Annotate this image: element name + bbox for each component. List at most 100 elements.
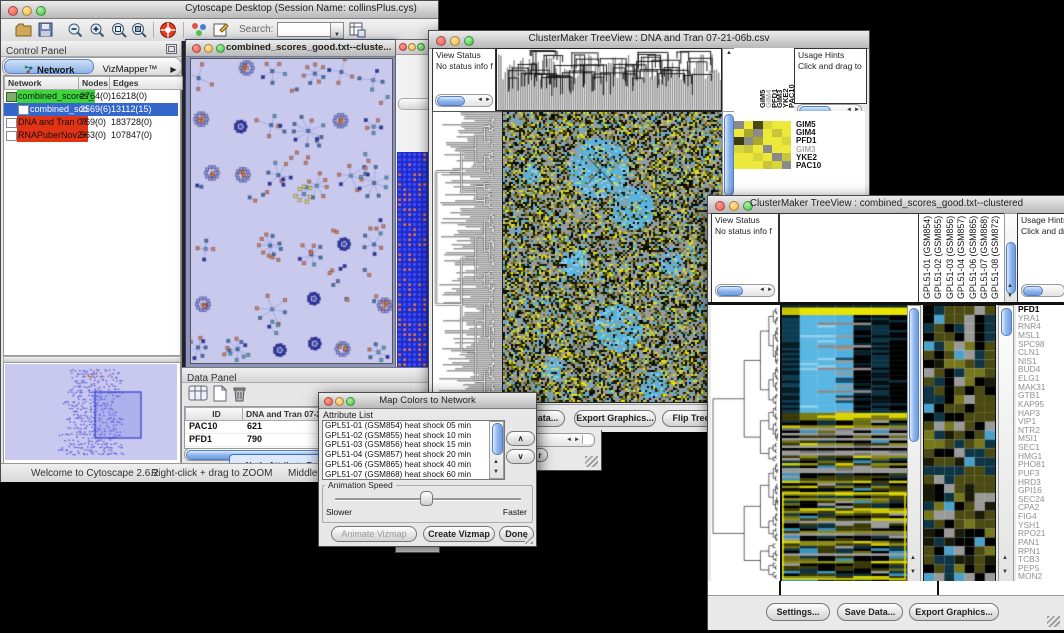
up-arrow-icon[interactable]: ▲	[910, 554, 916, 563]
search-dropdown-button[interactable]: ▼	[330, 22, 344, 39]
tab-overflow-button[interactable]: ▶	[167, 59, 180, 72]
close-icon[interactable]	[8, 6, 18, 16]
save-icon[interactable]	[38, 22, 54, 37]
minimize-icon[interactable]	[22, 6, 32, 16]
matrix-cell	[744, 137, 754, 145]
tv2-usage-scrollbar[interactable]	[1021, 284, 1064, 297]
up-arrow-icon[interactable]: ▲	[1007, 282, 1013, 291]
speed-slider-thumb[interactable]	[420, 491, 433, 506]
settings-button[interactable]: Settings...	[766, 603, 830, 621]
status-pan-hint: Middle-	[288, 468, 321, 479]
tv2-view-status-panel: View Status No status info f ◄ ►	[711, 213, 779, 304]
resize-grip[interactable]	[585, 456, 598, 467]
treeview2-titlebar[interactable]: ClusterMaker TreeView : combined_scores_…	[708, 196, 1064, 214]
gene-label[interactable]: MON2	[1018, 572, 1064, 581]
zoom-out-icon[interactable]	[67, 22, 84, 38]
resize-grip[interactable]	[1047, 616, 1060, 627]
attribute-browser-icon[interactable]	[349, 21, 366, 38]
column-header-edges[interactable]: Edges	[109, 76, 183, 90]
attribute-list-item[interactable]: GPL51-02 (GSM855) heat shock 10 min	[323, 431, 489, 441]
main-titlebar[interactable]: Cytoscape Desktop (Session Name: collins…	[1, 1, 438, 19]
tab-vizmapper[interactable]: VizMapper™	[95, 59, 165, 72]
zoom-window-icon[interactable]	[417, 43, 425, 51]
tv2-column-tree-area[interactable]	[779, 213, 920, 304]
search-input[interactable]	[277, 22, 331, 37]
tv1-column-labels: GIM5GIM4PFD1GIM3YKE2PAC10	[734, 48, 794, 112]
dialog-titlebar[interactable]: Map Colors to Network	[319, 393, 536, 409]
network-list-item[interactable]: DNA and Tran 07769(0)183728(0)	[4, 116, 178, 129]
left-arrow-icon[interactable]: ◄	[566, 436, 572, 445]
close-icon[interactable]	[399, 43, 407, 51]
column-header-network[interactable]: Network	[4, 76, 79, 90]
left-arrow-icon[interactable]: ◄	[477, 96, 483, 105]
down-arrow-icon[interactable]: ▼	[910, 568, 916, 577]
left-arrow-icon[interactable]: ◄	[759, 286, 765, 295]
tv2-row-dendrogram[interactable]	[711, 305, 780, 581]
attribute-list[interactable]: GPL51-01 (GSM854) heat shock 05 minGPL51…	[322, 420, 505, 480]
minimize-icon[interactable]	[204, 44, 213, 53]
select-attributes-icon[interactable]	[188, 385, 208, 402]
document-icon	[6, 131, 17, 141]
save-data-button[interactable]: Save Data...	[837, 603, 903, 621]
tv2-status-scrollbar[interactable]: ◄ ►	[715, 284, 775, 297]
tv1-status-scrollbar[interactable]: ◄ ►	[435, 94, 493, 107]
right-arrow-icon[interactable]: ►	[574, 436, 580, 445]
tv1-correlation-matrix[interactable]	[734, 121, 791, 169]
up-arrow-icon[interactable]: ▲	[1002, 554, 1008, 563]
zoom-fit-icon[interactable]	[111, 22, 128, 38]
move-down-button[interactable]: ∨	[506, 449, 535, 464]
network-canvas[interactable]	[190, 58, 393, 364]
network-list-item[interactable]: combined_scores_2764(0)16218(0)	[4, 90, 178, 103]
create-vizmap-button[interactable]: Create Vizmap	[423, 526, 495, 542]
tv2-zoom-heatmap[interactable]	[923, 305, 996, 583]
network-tab-icon	[24, 65, 33, 74]
tv2-genes-vscrollbar[interactable]: ▲ ▼	[998, 305, 1014, 583]
minimize-icon[interactable]	[408, 43, 416, 51]
right-arrow-icon[interactable]: ►	[767, 286, 773, 295]
annotation-icon[interactable]	[213, 22, 229, 37]
tv2-gene-list[interactable]: PFD1YRA1RNR4MSL1SPC98CLN1NIS1BUD4ELG1MAK…	[1016, 305, 1064, 581]
zoom-in-icon[interactable]	[89, 22, 106, 38]
zoom-window-icon[interactable]	[216, 44, 225, 53]
attribute-list-item[interactable]: GPL51-03 (GSM856) heat shock 15 min	[323, 440, 489, 450]
attribute-list-item[interactable]: GPL51-06 (GSM865) heat shock 40 min	[323, 460, 489, 470]
resize-grip[interactable]	[525, 537, 533, 544]
export-graphics-button[interactable]: Export Graphics...	[574, 410, 656, 427]
tv1-row-dendrogram[interactable]	[432, 111, 503, 403]
attribute-list-vscrollbar[interactable]: ▲ ▼	[489, 421, 504, 479]
move-up-button[interactable]: ∧	[506, 431, 535, 446]
float-panel-icon[interactable]	[166, 44, 177, 54]
id-column-header[interactable]: ID	[185, 407, 245, 421]
export-graphics-button[interactable]: Export Graphics...	[909, 603, 999, 621]
tv2-labels-vscrollbar[interactable]: ▲ ▼	[1004, 213, 1018, 304]
animate-vizmap-button[interactable]: Animate Vizmap	[331, 526, 417, 542]
tv2-heatmap-vscrollbar[interactable]: ▲ ▼	[907, 305, 921, 583]
network-list-item[interactable]: combined_sco2569(6)13112(15)	[4, 103, 178, 116]
help-lifesaver-icon[interactable]	[159, 21, 177, 39]
network-view-titlebar[interactable]: combined_scores_good.txt--cluste...	[186, 40, 397, 57]
tv1-heatmap[interactable]	[502, 111, 723, 403]
tv1-column-dendrogram[interactable]	[496, 48, 722, 111]
zoom-selected-icon[interactable]	[131, 22, 148, 38]
close-icon[interactable]	[192, 44, 201, 53]
tab-network[interactable]: Network	[4, 59, 94, 74]
attribute-list-item[interactable]: GPL51-07 (GSM868) heat shock 60 min	[323, 470, 489, 480]
attribute-list-item[interactable]: GPL51-01 (GSM854) heat shock 05 min	[323, 421, 489, 431]
down-arrow-icon[interactable]: ▼	[1007, 292, 1013, 301]
tv2-button-panel: Settings... Save Data... Export Graphics…	[708, 595, 1064, 630]
down-arrow-icon[interactable]: ▼	[493, 468, 499, 477]
down-arrow-icon[interactable]: ▼	[1002, 568, 1008, 577]
attribute-list-item[interactable]: GPL51-04 (GSM857) heat shock 20 min	[323, 450, 489, 460]
zoom-window-icon[interactable]	[36, 6, 46, 16]
node-appearance-icon[interactable]	[191, 22, 207, 37]
up-arrow-icon[interactable]: ▲	[493, 458, 499, 467]
delete-attribute-icon[interactable]	[232, 385, 247, 402]
tv2-heatmap[interactable]	[780, 305, 907, 581]
right-arrow-icon[interactable]: ►	[485, 96, 491, 105]
column-header-nodes[interactable]: Nodes	[78, 76, 110, 90]
open-file-icon[interactable]	[15, 22, 32, 37]
network-list-item[interactable]: RNAPuberNov2+563(0)107847(0)	[4, 129, 178, 142]
treeview1-titlebar[interactable]: ClusterMaker TreeView : DNA and Tran 07-…	[429, 31, 869, 49]
birdseye-overview-canvas[interactable]	[5, 364, 177, 460]
new-attribute-icon[interactable]	[212, 385, 228, 402]
